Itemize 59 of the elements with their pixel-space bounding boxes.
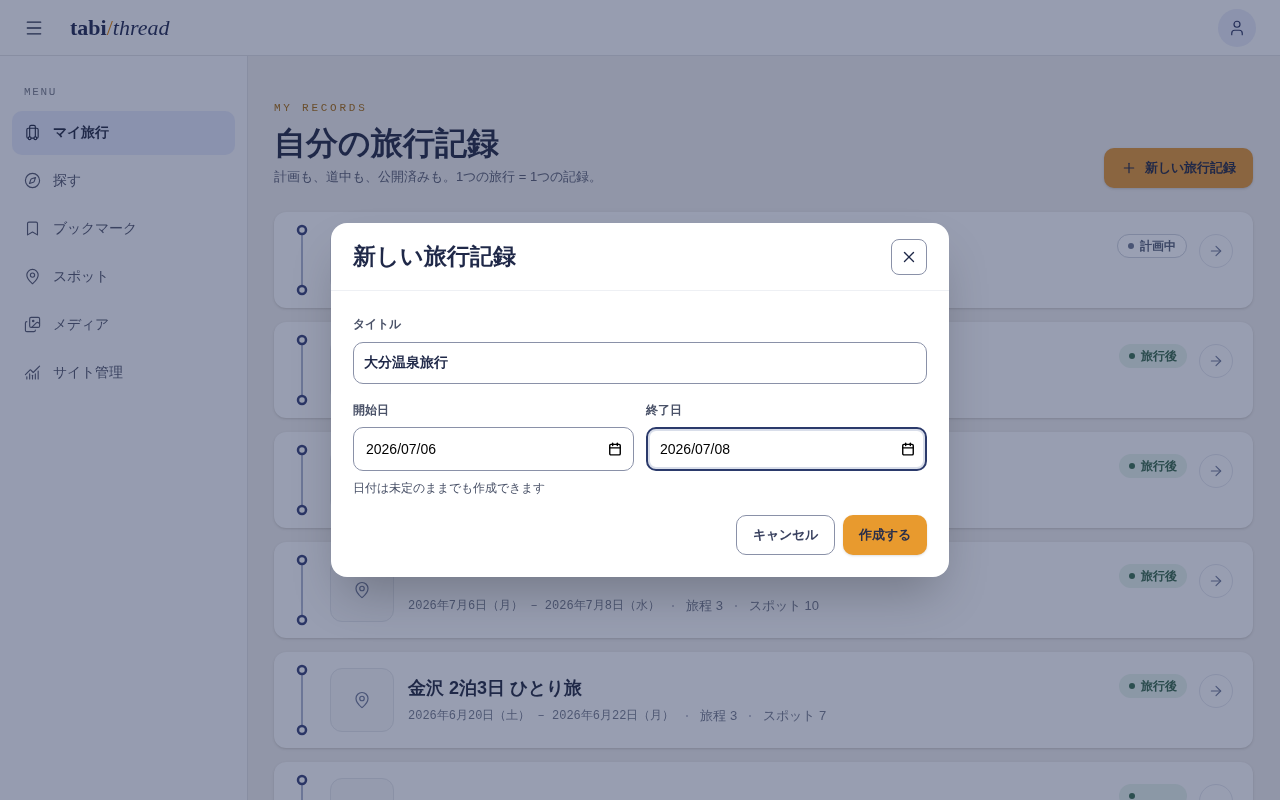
- sidebar-item[interactable]: ブックマーク: [12, 206, 235, 251]
- user-icon: [1228, 18, 1246, 37]
- status-badge: 旅行後: [1119, 344, 1187, 368]
- field-label: 開始日: [353, 402, 390, 419]
- sidebar-item[interactable]: スポット: [12, 254, 235, 299]
- timeline-icon: [296, 554, 308, 626]
- arrow-right-icon: [1208, 683, 1224, 699]
- logo[interactable]: tabi/thread: [70, 11, 170, 44]
- eyebrow: MY RECORDS: [274, 101, 369, 116]
- pin-icon: [353, 691, 371, 709]
- timeline-icon: [296, 664, 308, 736]
- status-badge: 計画中: [1117, 234, 1187, 258]
- sidebar-item[interactable]: マイ旅行: [12, 110, 235, 155]
- trip-title[interactable]: 金沢 2泊3日 ひとり旅: [408, 676, 583, 700]
- trip-card[interactable]: 金沢 2泊3日 ひとり旅 2026年6月20日（土） – 2026年6月22日（月） 旅程 3 スポット 7 旅行後: [274, 652, 1253, 748]
- dialog-title: 新しい旅行記録: [353, 242, 516, 272]
- arrow-right-icon: [1208, 243, 1224, 259]
- arrow-right-icon: [1208, 573, 1224, 589]
- date-field[interactable]: 2026/07/08: [646, 427, 927, 471]
- menu-heading: MENU: [23, 85, 58, 100]
- images-icon: [24, 316, 41, 333]
- trip-dates: 2026年7月6日（月） – 2026年7月8日（水）: [408, 597, 661, 615]
- spot-count: スポット 10: [748, 597, 819, 615]
- spot-count: スポット 7: [763, 707, 827, 725]
- page-title: 自分の旅行記録: [274, 123, 500, 163]
- field-label: タイトル: [353, 316, 402, 333]
- timeline-icon: [296, 224, 308, 296]
- timeline-icon: [296, 444, 308, 516]
- new-trip-button[interactable]: 新しい旅行記録: [1104, 148, 1253, 188]
- suitcase-icon: [24, 124, 41, 141]
- date-field[interactable]: 2026/07/06: [353, 427, 634, 471]
- arrow-right-icon: [1208, 463, 1224, 479]
- bookmark-icon: [24, 220, 41, 237]
- trip-dates: 2026年6月20日（土） – 2026年6月22日（月）: [408, 707, 675, 725]
- pin-icon: [24, 268, 41, 285]
- sidebar-item[interactable]: メディア: [12, 302, 235, 347]
- timeline-icon: [296, 334, 308, 406]
- page-subtitle: 計画も、道中も、公開済みも。1つの旅行 = 1つの記録。: [274, 167, 603, 186]
- chart-icon: [24, 364, 41, 381]
- compass-icon: [24, 172, 41, 189]
- plan-count: 旅程 3: [686, 597, 723, 615]
- calendar-icon[interactable]: [608, 442, 622, 456]
- date-hint: 日付は未定のままでも作成できます: [353, 480, 546, 497]
- sidebar-item[interactable]: 探す: [12, 158, 235, 203]
- status-badge: 旅行後: [1119, 674, 1187, 698]
- profile-button[interactable]: [1218, 8, 1256, 47]
- sidebar-item[interactable]: サイト管理: [12, 350, 235, 395]
- create-button[interactable]: 作成する: [843, 515, 927, 555]
- plan-count: 旅程 3: [700, 707, 738, 725]
- field-label: 終了日: [646, 402, 683, 419]
- arrow-right-icon: [1208, 353, 1224, 369]
- status-badge: 旅行後: [1119, 564, 1187, 588]
- close-button[interactable]: [891, 238, 927, 275]
- status-badge: 旅行後: [1119, 454, 1187, 478]
- title-field[interactable]: 大分温泉旅行: [353, 342, 927, 384]
- cancel-button[interactable]: キャンセル: [736, 515, 835, 555]
- plus-icon: [1121, 160, 1137, 176]
- pin-icon: [353, 581, 371, 599]
- calendar-icon[interactable]: [901, 442, 915, 456]
